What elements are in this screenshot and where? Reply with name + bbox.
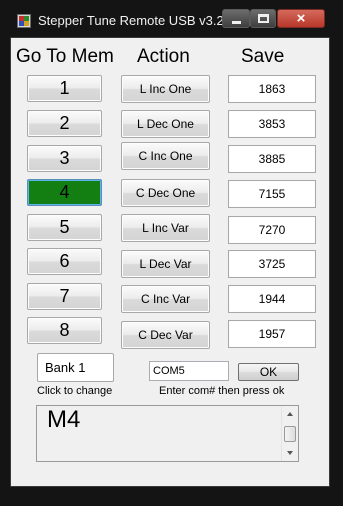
mem-button-2[interactable]: 2: [27, 110, 102, 137]
maximize-icon: [258, 14, 269, 23]
mem-button-7[interactable]: 7: [27, 283, 102, 310]
minimize-icon: [232, 21, 241, 24]
minimize-button[interactable]: [222, 9, 250, 28]
app-icon[interactable]: [17, 14, 31, 28]
log-text: M4: [47, 406, 81, 433]
save-box-3[interactable]: 3885: [228, 145, 316, 173]
mem-button-3[interactable]: 3: [27, 145, 102, 172]
save-box-7[interactable]: 1944: [228, 285, 316, 313]
save-box-1[interactable]: 1863: [228, 75, 316, 103]
c-inc-var-button[interactable]: C Inc Var: [121, 285, 210, 313]
log-textarea[interactable]: M4: [36, 405, 299, 462]
scroll-thumb[interactable]: [284, 426, 296, 442]
save-box-5[interactable]: 7270: [228, 216, 316, 244]
maximize-button[interactable]: [250, 9, 276, 28]
goto-mem-header: Go To Mem: [16, 46, 114, 67]
save-box-8[interactable]: 1957: [228, 320, 316, 348]
mem-button-6[interactable]: 6: [27, 248, 102, 275]
l-dec-one-button[interactable]: L Dec One: [121, 110, 210, 138]
scroll-down-icon[interactable]: [287, 451, 293, 455]
c-inc-one-button[interactable]: C Inc One: [121, 142, 210, 170]
log-scrollbar[interactable]: [281, 406, 298, 461]
com-port-input[interactable]: [149, 361, 229, 381]
main-panel: Go To Mem Action Save 1 2 3 4 5 6 7 8 L …: [10, 37, 330, 487]
l-inc-one-button[interactable]: L Inc One: [121, 75, 210, 103]
mem-button-5[interactable]: 5: [27, 214, 102, 241]
app-window: Stepper Tune Remote USB v3.2 × Go To Mem…: [0, 0, 343, 506]
window-title: Stepper Tune Remote USB v3.2: [38, 13, 224, 28]
bank-hint: Click to change: [37, 385, 113, 397]
ok-button[interactable]: OK: [238, 363, 299, 381]
save-box-4[interactable]: 7155: [228, 180, 316, 208]
save-box-2[interactable]: 3853: [228, 110, 316, 138]
l-dec-var-button[interactable]: L Dec Var: [121, 250, 210, 278]
close-button[interactable]: ×: [277, 9, 325, 28]
save-header: Save: [241, 46, 285, 67]
com-hint: Enter com# then press ok: [159, 385, 285, 397]
mem-button-4[interactable]: 4: [27, 179, 102, 206]
mem-button-8[interactable]: 8: [27, 317, 102, 344]
c-dec-one-button[interactable]: C Dec One: [121, 179, 210, 207]
action-header: Action: [137, 46, 190, 67]
mem-button-1[interactable]: 1: [27, 75, 102, 102]
title-bar[interactable]: Stepper Tune Remote USB v3.2 ×: [0, 0, 343, 36]
l-inc-var-button[interactable]: L Inc Var: [121, 214, 210, 242]
scroll-up-icon[interactable]: [287, 412, 293, 416]
bank-button[interactable]: Bank 1: [37, 353, 114, 382]
close-icon: ×: [296, 10, 306, 27]
c-dec-var-button[interactable]: C Dec Var: [121, 321, 210, 349]
save-box-6[interactable]: 3725: [228, 250, 316, 278]
